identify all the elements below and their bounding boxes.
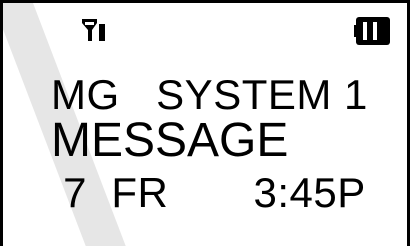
antenna-signal-icon [82,19,108,41]
message-label: MESSAGE [51,114,289,167]
date-time-readout: 7 FR 3:45P [51,169,366,216]
lcd-display: MG SYSTEM 1 MESSAGE 7 FR 3:45P [0,0,410,246]
system-label: MG SYSTEM 1 [51,71,368,118]
battery-full-icon [354,17,392,45]
